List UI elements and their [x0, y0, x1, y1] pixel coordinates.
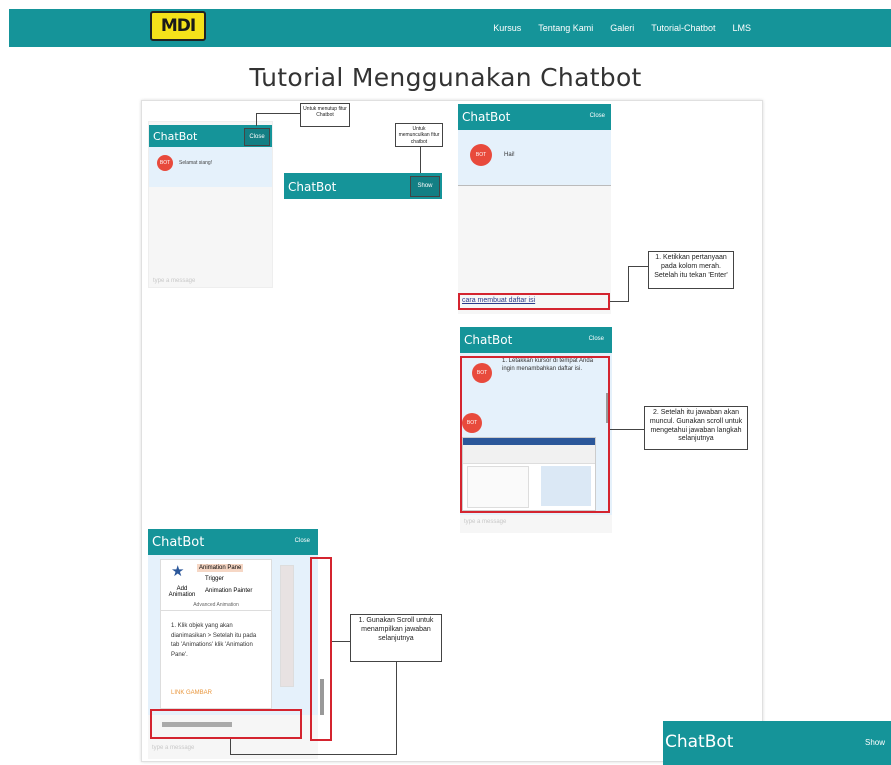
side-image-strip: [280, 565, 294, 687]
chatbot-title: ChatBot: [152, 535, 205, 550]
floating-show-button[interactable]: Show: [865, 738, 885, 747]
note-scroll-answer: 2. Setelah itu jawaban akan muncul. Guna…: [644, 406, 748, 450]
nav-item-galeri[interactable]: Galeri: [610, 23, 634, 33]
close-button[interactable]: Close: [590, 113, 605, 119]
add-animation-label: Add Animation: [168, 586, 196, 598]
show-button[interactable]: Show: [410, 176, 440, 197]
nav-item-kursus[interactable]: Kursus: [493, 23, 521, 33]
star-icon: ★: [171, 563, 185, 580]
nav-item-lms[interactable]: LMS: [732, 23, 751, 33]
chatbot-title: ChatBot: [288, 180, 337, 194]
chatbot-header: ChatBot Close: [460, 327, 612, 353]
page-title: Tutorial Menggunakan Chatbot: [249, 63, 642, 92]
mdi-logo[interactable]: MDI: [150, 11, 206, 41]
chatbot-header: ChatBot Close: [148, 529, 318, 555]
highlight-horizontal-scroll: [150, 709, 302, 739]
chatbot-title: ChatBot: [462, 110, 511, 124]
animation-pane-item: Animation Pane: [197, 564, 244, 572]
answer-text: 1. Klik objek yang akan dianimasikan > S…: [171, 623, 257, 658]
bot-avatar: BOT: [470, 144, 492, 166]
floating-chatbot-bar[interactable]: ChatBot Show: [663, 721, 891, 765]
highlight-response: [460, 356, 610, 513]
animation-painter-item: Animation Painter: [205, 588, 253, 594]
note-type-question: 1. Ketikkan pertanyaan pada kolom merah.…: [648, 251, 734, 289]
message-area: BOT Selamat siang!: [149, 147, 272, 187]
message-input[interactable]: cara membuat daftar isi: [462, 297, 535, 304]
horizontal-scrollbar[interactable]: [162, 722, 232, 727]
message-area: ★ Animation Pane Trigger Add Animation A…: [148, 555, 318, 715]
chatbot-preview-input: ChatBot Close BOT Hai!: [458, 104, 611, 314]
trigger-item: Trigger: [205, 576, 224, 582]
message-input-placeholder[interactable]: type a message: [464, 519, 506, 525]
chatbot-preview-open: ChatBot Close BOT Selamat siang! type a …: [148, 121, 273, 288]
note-show: Untuk memunculkan fitur chatbot: [395, 123, 443, 147]
chatbot-collapsed: ChatBot Show: [284, 173, 442, 199]
bot-message: Hai!: [504, 152, 515, 158]
close-button[interactable]: Close: [589, 336, 604, 342]
bot-avatar: BOT: [157, 155, 173, 171]
note-close: Untuk menutup fitur Chatbot: [300, 103, 350, 127]
nav-item-tentang-kami[interactable]: Tentang Kami: [538, 23, 593, 33]
highlight-vertical-scroll: [310, 557, 332, 741]
nav-menu: Kursus Tentang Kami Galeri Tutorial-Chat…: [493, 9, 751, 47]
tutorial-image: ChatBot Close BOT Selamat siang! type a …: [141, 100, 763, 762]
chatbot-title: ChatBot: [464, 333, 513, 347]
close-button[interactable]: Close: [295, 538, 310, 544]
highlight-input: cara membuat daftar isi: [458, 293, 610, 310]
link-gambar[interactable]: LINK GAMBAR: [171, 690, 212, 696]
floating-chatbot-title: ChatBot: [665, 732, 734, 752]
ribbon-group-label: Advanced Animation: [161, 602, 271, 611]
note-scroll: 1. Gunakan Scroll untuk menampilkan jawa…: [350, 614, 442, 662]
close-button[interactable]: Close: [244, 128, 270, 146]
bot-message: Selamat siang!: [179, 160, 213, 166]
message-input-placeholder[interactable]: type a message: [153, 278, 195, 284]
chatbot-header: ChatBot Close: [458, 104, 611, 130]
message-input-placeholder[interactable]: type a message: [152, 745, 194, 751]
nav-item-tutorial-chatbot[interactable]: Tutorial-Chatbot: [651, 23, 715, 33]
chatbot-header: ChatBot Close: [149, 125, 272, 147]
vertical-scrollbar[interactable]: [320, 679, 324, 715]
answer-card: ★ Animation Pane Trigger Add Animation A…: [160, 559, 272, 709]
message-area: BOT Hai!: [458, 130, 611, 186]
top-navbar: MDI Kursus Tentang Kami Galeri Tutorial-…: [9, 9, 891, 47]
chatbot-title: ChatBot: [153, 130, 198, 143]
